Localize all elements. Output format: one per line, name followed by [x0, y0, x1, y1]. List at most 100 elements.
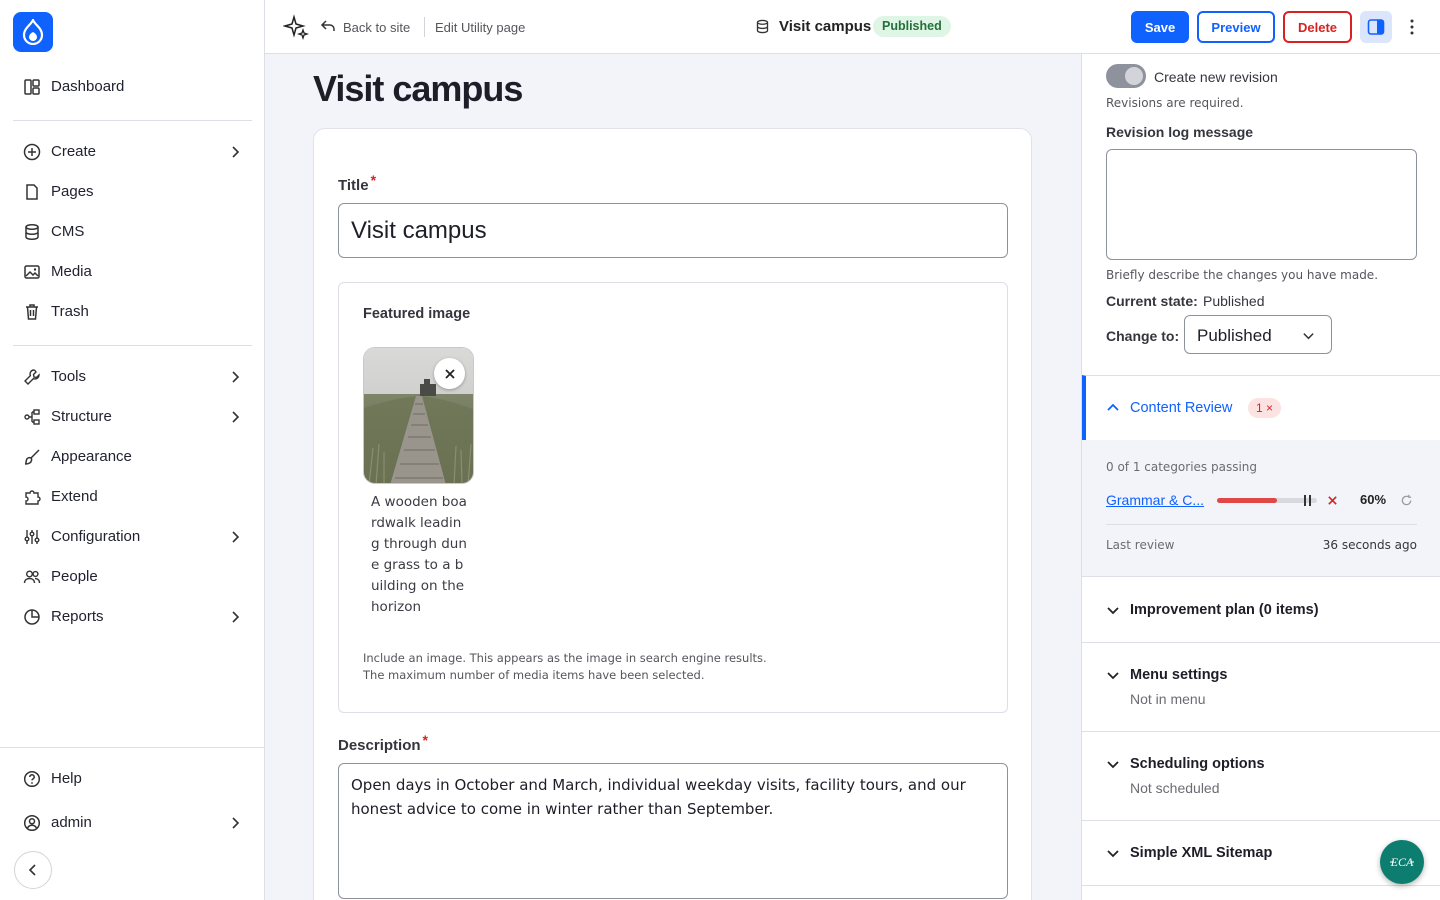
title-label: Title * — [338, 172, 377, 194]
xml-sitemap-title: Simple XML Sitemap — [1130, 845, 1273, 861]
form-card: Title * Visit campus Featured image A wo… — [313, 128, 1032, 900]
scheduling-options-title: Scheduling options — [1130, 756, 1265, 772]
divider — [1106, 524, 1417, 525]
nav-label: Appearance — [51, 448, 132, 465]
plus-circle-icon — [23, 143, 41, 161]
eca-assistant-button[interactable]: ECA — [1380, 840, 1424, 884]
nav-extend[interactable]: Extend — [13, 479, 252, 515]
collapse-sidebar-button[interactable] — [14, 851, 52, 889]
nav-label: Structure — [51, 408, 112, 425]
nav-trash[interactable]: Trash — [13, 294, 252, 330]
brush-icon — [24, 449, 40, 465]
chevron-right-icon — [232, 531, 240, 543]
score-bar-fill — [1217, 498, 1277, 503]
top-bar: Back to site Edit Utility page Visit cam… — [265, 0, 1440, 54]
back-to-site-link[interactable]: Back to site — [343, 20, 410, 35]
change-to-label: Change to: — [1106, 328, 1180, 344]
toggle-sidebar-button[interactable] — [1360, 11, 1392, 43]
chevron-right-icon — [232, 411, 240, 423]
people-icon — [23, 570, 41, 584]
nav-cms[interactable]: CMS — [13, 214, 252, 250]
categories-passing-text: 0 of 1 categories passing — [1106, 460, 1258, 474]
nav-help[interactable]: Help — [13, 761, 252, 797]
featured-image-field: Featured image A wooden boardwalk leadin… — [338, 282, 1008, 713]
current-state-label: Current state: — [1106, 293, 1198, 309]
kebab-menu-icon[interactable] — [1404, 18, 1420, 36]
image-alt-text: A wooden boardwalk leading through dune … — [371, 494, 467, 615]
user-icon — [23, 814, 41, 832]
trash-icon — [26, 304, 38, 320]
chevron-down-icon — [1107, 761, 1119, 769]
select-value: Published — [1197, 326, 1272, 345]
dashboard-icon — [24, 79, 40, 95]
sparkle-icon[interactable] — [283, 14, 309, 40]
last-review-label: Last review — [1106, 538, 1175, 552]
featured-image-thumbnail[interactable] — [363, 347, 474, 484]
chevron-right-icon — [232, 371, 240, 383]
grammar-category-link[interactable]: Grammar & C... — [1106, 492, 1204, 508]
nav-pages[interactable]: Pages — [13, 174, 252, 210]
divider — [13, 120, 252, 121]
database-icon — [25, 223, 39, 241]
create-revision-toggle[interactable] — [1106, 64, 1146, 88]
nav-label: Pages — [51, 183, 94, 200]
nav-label: Trash — [51, 303, 89, 320]
moderation-state-select[interactable]: Published — [1184, 315, 1332, 354]
preview-button[interactable]: Preview — [1197, 11, 1275, 43]
nav-create[interactable]: Create — [13, 134, 252, 170]
chevron-right-icon — [232, 817, 240, 829]
chevron-down-icon — [1107, 672, 1119, 680]
delete-button[interactable]: Delete — [1283, 11, 1352, 43]
current-state-value: Published — [1203, 293, 1265, 309]
nav-label: People — [51, 568, 98, 585]
entity-title: Visit campus — [779, 18, 872, 35]
nav-tools[interactable]: Tools — [13, 359, 252, 395]
menu-settings-section[interactable]: Menu settings Not in menu — [1082, 642, 1440, 731]
nav-label: Configuration — [51, 528, 141, 545]
chevron-right-icon — [232, 146, 240, 158]
remove-image-button[interactable] — [434, 358, 465, 389]
sidebar-panel-icon — [1367, 19, 1385, 35]
nav-people[interactable]: People — [13, 559, 252, 595]
sliders-icon — [24, 530, 40, 544]
score-bar — [1217, 495, 1317, 506]
sidebar: Dashboard Create Pages CMS Media Trash T… — [0, 0, 265, 900]
page-icon — [26, 184, 38, 200]
menu-settings-summary: Not in menu — [1130, 691, 1206, 707]
improvement-plan-section[interactable]: Improvement plan (0 items) — [1082, 576, 1440, 642]
nav-configuration[interactable]: Configuration — [13, 519, 252, 555]
nav-appearance[interactable]: Appearance — [13, 439, 252, 475]
puzzle-icon — [25, 490, 41, 505]
save-button[interactable]: Save — [1131, 11, 1189, 43]
refresh-icon[interactable] — [1400, 494, 1413, 507]
revision-log-textarea[interactable] — [1106, 149, 1417, 260]
chevron-right-icon — [232, 611, 240, 623]
content-review-header[interactable]: Content Review 1 × — [1082, 375, 1440, 440]
nav-media[interactable]: Media — [13, 254, 252, 290]
nav-structure[interactable]: Structure — [13, 399, 252, 435]
nav-label: admin — [51, 814, 92, 831]
menu-settings-title: Menu settings — [1130, 667, 1228, 683]
description-textarea[interactable]: Open days in October and March, individu… — [338, 763, 1008, 899]
create-revision-label: Create new revision — [1154, 69, 1278, 85]
title-input[interactable]: Visit campus — [338, 203, 1008, 258]
improvement-plan-title: Improvement plan (0 items) — [1130, 602, 1319, 618]
divider — [424, 17, 425, 37]
revisions-required-text: Revisions are required. — [1106, 96, 1244, 110]
nav-dashboard[interactable]: Dashboard — [13, 69, 252, 105]
nav-label: CMS — [51, 223, 85, 240]
description-label: Description * — [338, 732, 428, 754]
drupal-logo[interactable] — [13, 12, 53, 52]
database-icon — [756, 19, 769, 34]
scheduling-options-section[interactable]: Scheduling options Not scheduled — [1082, 731, 1440, 820]
fail-x-icon — [1328, 496, 1337, 505]
settings-panel: Create new revision Revisions are requir… — [1081, 54, 1440, 900]
score-value: 60% — [1360, 492, 1387, 507]
score-threshold-marker — [1304, 495, 1306, 506]
nav-label: Dashboard — [51, 78, 125, 95]
content-review-title: Content Review — [1130, 400, 1233, 416]
page-title: Visit campus — [313, 68, 523, 109]
nav-user[interactable]: admin — [13, 805, 252, 841]
nav-reports[interactable]: Reports — [13, 599, 252, 635]
featured-image-label: Featured image — [363, 306, 471, 322]
